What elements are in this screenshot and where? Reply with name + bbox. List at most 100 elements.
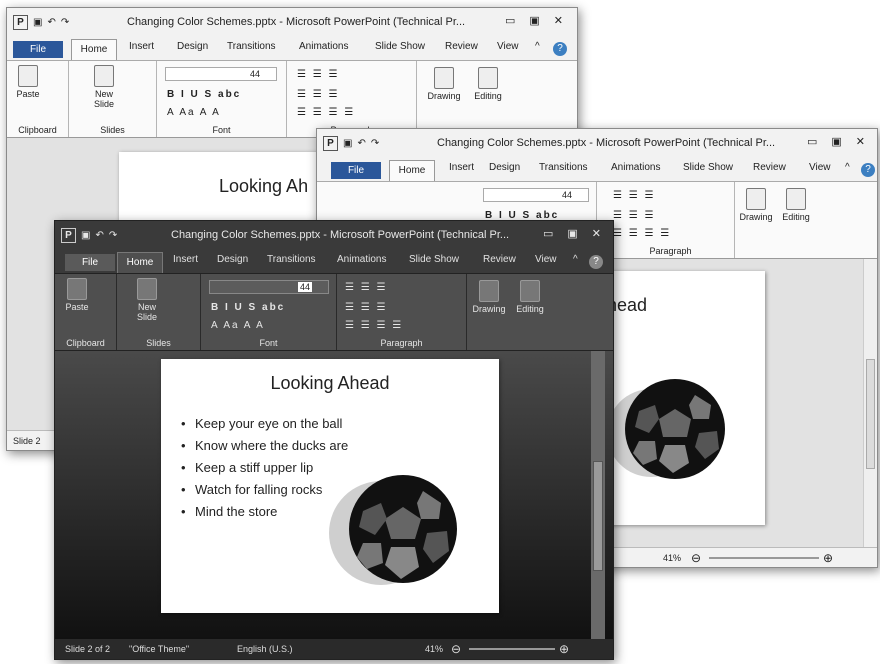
zoom-out-icon[interactable]: ⊖ xyxy=(451,642,461,656)
vertical-scrollbar[interactable] xyxy=(863,259,877,547)
tab-file[interactable]: File xyxy=(331,162,381,179)
tab-review[interactable]: Review xyxy=(483,254,516,265)
tab-transitions[interactable]: Transitions xyxy=(267,254,316,265)
powerpoint-app-icon[interactable]: P xyxy=(13,15,28,30)
tab-review[interactable]: Review xyxy=(753,162,786,173)
tab-insert[interactable]: Insert xyxy=(173,254,198,265)
font-size-box[interactable]: 44 xyxy=(483,188,589,202)
indent-buttons[interactable]: ☰ ☰ ☰ xyxy=(297,89,339,100)
window-front[interactable]: P ▣ ↶ ↷ Changing Color Schemes.pptx - Mi… xyxy=(54,220,614,660)
tab-file[interactable]: File xyxy=(65,254,115,271)
tab-home[interactable]: Home xyxy=(71,39,117,60)
drawing-button[interactable]: Drawing xyxy=(425,67,463,101)
theme-name-status[interactable]: "Office Theme" xyxy=(129,644,189,654)
vertical-scrollbar[interactable] xyxy=(591,351,605,639)
new-slide-button[interactable]: New Slide xyxy=(87,65,121,109)
title-bar[interactable]: P ▣ ↶ ↷ Changing Color Schemes.pptx - Mi… xyxy=(317,129,877,159)
tab-view[interactable]: View xyxy=(809,162,831,173)
tab-file[interactable]: File xyxy=(13,41,63,58)
indent-buttons[interactable]: ☰ ☰ ☰ xyxy=(613,210,655,221)
new-slide-button[interactable]: New Slide xyxy=(131,278,163,322)
minimize-icon[interactable]: ▭ xyxy=(807,135,817,148)
paste-button[interactable]: Paste xyxy=(13,65,43,99)
font-size-buttons[interactable]: A Aa A A xyxy=(211,320,265,331)
powerpoint-app-icon[interactable]: P xyxy=(323,136,338,151)
help-icon[interactable]: ? xyxy=(589,255,603,269)
tab-view[interactable]: View xyxy=(497,41,519,52)
redo-icon[interactable]: ↷ xyxy=(371,137,379,151)
collapse-ribbon-icon[interactable]: ^ xyxy=(535,41,540,52)
undo-icon[interactable]: ↶ xyxy=(47,16,55,30)
save-icon[interactable]: ▣ xyxy=(343,137,352,151)
title-bar[interactable]: P ▣ ↶ ↷ Changing Color Schemes.pptx - Mi… xyxy=(7,8,577,38)
language-status[interactable]: English (U.S.) xyxy=(237,644,293,654)
soccer-ball-image[interactable] xyxy=(609,375,729,485)
font-format-buttons[interactable]: B I U S abc xyxy=(167,89,241,100)
drawing-button[interactable]: Drawing xyxy=(737,188,775,222)
tab-transitions[interactable]: Transitions xyxy=(227,41,276,52)
font-size-box[interactable]: 44 xyxy=(165,67,277,81)
tab-insert[interactable]: Insert xyxy=(129,41,154,52)
tab-animations[interactable]: Animations xyxy=(337,254,386,265)
tab-insert[interactable]: Insert xyxy=(449,162,474,173)
powerpoint-app-icon[interactable]: P xyxy=(61,228,76,243)
tab-design[interactable]: Design xyxy=(217,254,248,265)
undo-icon[interactable]: ↶ xyxy=(95,229,103,243)
zoom-slider[interactable] xyxy=(469,648,555,650)
align-buttons[interactable]: ☰ ☰ ☰ ☰ xyxy=(297,107,355,118)
maximize-icon[interactable]: ▣ xyxy=(529,14,539,27)
help-icon[interactable]: ? xyxy=(553,42,567,56)
slide-workspace[interactable]: Looking Ahead Keep your eye on the ball … xyxy=(55,351,613,639)
list-buttons[interactable]: ☰ ☰ ☰ xyxy=(345,282,387,293)
tab-view[interactable]: View xyxy=(535,254,557,265)
tab-design[interactable]: Design xyxy=(489,162,520,173)
tab-slide-show[interactable]: Slide Show xyxy=(375,41,425,52)
zoom-slider[interactable] xyxy=(709,557,819,559)
font-size-box[interactable]: 44 xyxy=(209,280,329,294)
redo-icon[interactable]: ↷ xyxy=(109,229,117,243)
align-buttons[interactable]: ☰ ☰ ☰ ☰ xyxy=(613,228,671,239)
slide-title[interactable]: head xyxy=(607,295,765,316)
slide-canvas[interactable]: Looking Ahead Keep your eye on the ball … xyxy=(161,359,499,613)
tab-slide-show[interactable]: Slide Show xyxy=(409,254,459,265)
editing-button[interactable]: Editing xyxy=(777,188,815,222)
slide-number-status[interactable]: Slide 2 xyxy=(13,436,41,446)
slide-title[interactable]: Looking Ahead xyxy=(161,373,499,394)
editing-button[interactable]: Editing xyxy=(511,280,549,314)
undo-icon[interactable]: ↶ xyxy=(357,137,365,151)
list-buttons[interactable]: ☰ ☰ ☰ xyxy=(613,190,655,201)
maximize-icon[interactable]: ▣ xyxy=(567,227,577,240)
tab-animations[interactable]: Animations xyxy=(299,41,348,52)
tab-design[interactable]: Design xyxy=(177,41,208,52)
zoom-out-icon[interactable]: ⊖ xyxy=(691,551,701,565)
minimize-icon[interactable]: ▭ xyxy=(543,227,553,240)
slide-number-status[interactable]: Slide 2 of 2 xyxy=(65,644,110,654)
help-icon[interactable]: ? xyxy=(861,163,875,177)
zoom-level[interactable]: 41% xyxy=(663,553,681,563)
font-size-buttons[interactable]: A Aa A A xyxy=(167,107,221,118)
list-buttons[interactable]: ☰ ☰ ☰ xyxy=(297,69,339,80)
close-icon[interactable]: ✕ xyxy=(592,227,601,240)
scrollbar-thumb[interactable] xyxy=(593,461,603,571)
close-icon[interactable]: ✕ xyxy=(856,135,865,148)
soccer-ball-image[interactable] xyxy=(319,471,459,595)
font-format-buttons[interactable]: B I U S abc xyxy=(211,302,285,313)
close-icon[interactable]: ✕ xyxy=(554,14,563,27)
maximize-icon[interactable]: ▣ xyxy=(831,135,841,148)
zoom-level[interactable]: 41% xyxy=(425,644,443,654)
save-icon[interactable]: ▣ xyxy=(33,16,42,30)
title-bar[interactable]: P ▣ ↶ ↷ Changing Color Schemes.pptx - Mi… xyxy=(55,221,613,251)
collapse-ribbon-icon[interactable]: ^ xyxy=(573,254,578,265)
save-icon[interactable]: ▣ xyxy=(81,229,90,243)
tab-home[interactable]: Home xyxy=(389,160,435,181)
redo-icon[interactable]: ↷ xyxy=(61,16,69,30)
scrollbar-thumb[interactable] xyxy=(866,359,875,469)
tab-transitions[interactable]: Transitions xyxy=(539,162,588,173)
zoom-in-icon[interactable]: ⊕ xyxy=(559,642,569,656)
minimize-icon[interactable]: ▭ xyxy=(505,14,515,27)
collapse-ribbon-icon[interactable]: ^ xyxy=(845,162,850,173)
align-buttons[interactable]: ☰ ☰ ☰ ☰ xyxy=(345,320,403,331)
tab-slide-show[interactable]: Slide Show xyxy=(683,162,733,173)
paste-button[interactable]: Paste xyxy=(61,278,93,312)
tab-home[interactable]: Home xyxy=(117,252,163,273)
